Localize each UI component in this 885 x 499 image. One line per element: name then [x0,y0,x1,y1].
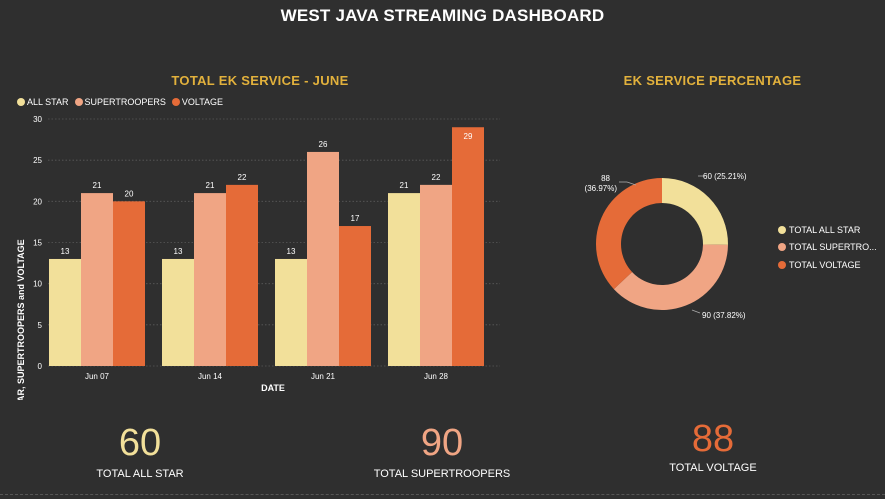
donut-label-supertroopers: 90 (37.82%) [702,311,746,320]
donut-legend-item-voltage[interactable]: TOTAL VOLTAGE [778,256,877,274]
donut-label-voltage: 88 [601,174,610,183]
bar-data-label: 29 [464,132,473,141]
bar-data-label: 26 [319,140,328,149]
legend-dot-voltage [171,98,180,106]
donut-slice-voltage[interactable] [596,178,662,290]
bar-chart-title: TOTAL EK SERVICE - JUNE [171,73,349,88]
kpi-label-supertroopers: TOTAL SUPERTROOPERS [373,468,511,480]
donut-label-all-star: 60 (25.21%) [703,172,747,181]
donut-chart-title: EK SERVICE PERCENTAGE [623,73,802,88]
bar-chart-legend[interactable]: ALL STAR SUPERTROOPERS VOLTAGE [17,97,223,107]
donut-slice-supertroopers[interactable] [613,244,728,310]
donut-legend-item-supertroopers[interactable]: TOTAL SUPERTRO... [778,239,877,257]
y-tick-label: 30 [33,115,42,124]
leader-line-voltage-2 [626,181,637,186]
kpi-value-voltage: 88 [691,418,735,460]
legend-label-all-star: ALL STAR [27,97,69,107]
donut-slice-all-star[interactable] [662,178,728,245]
donut-legend-label-supertroopers: TOTAL SUPERTRO... [789,242,877,253]
donut-legend-dot-all-star [778,225,786,234]
legend-item-all-star[interactable]: ALL STAR [17,97,69,107]
donut-legend-dot-voltage [778,260,786,269]
legend-dot-all-star [17,98,25,106]
dashboard-title: WEST JAVA STREAMING DASHBOARD [280,6,605,25]
footer-divider [0,494,885,495]
kpi-label-all-star: TOTAL ALL STAR [96,468,184,480]
legend-label-voltage: VOLTAGE [181,97,224,107]
kpi-label-voltage: TOTAL VOLTAGE [669,462,757,474]
donut-label-voltage-pct: (36.97%) [585,184,618,193]
legend-dot-supertroopers [74,98,83,106]
legend-item-voltage[interactable]: VOLTAGE [171,97,224,107]
donut-legend-dot-supertroopers [778,243,786,252]
legend-item-supertroopers[interactable]: SUPERTROOPERS [74,97,166,107]
leader-line-supertroopers [691,309,701,314]
donut-legend[interactable]: TOTAL ALL STAR TOTAL SUPERTRO... TOTAL V… [778,221,877,274]
donut-legend-label-all-star: TOTAL ALL STAR [789,224,861,235]
kpi-value-all-star: 60 [118,422,162,464]
kpi-value-supertroopers: 90 [420,422,464,464]
donut-legend-item-all-star[interactable]: TOTAL ALL STAR [778,221,877,239]
donut-legend-label-voltage: TOTAL VOLTAGE [789,259,861,270]
legend-label-supertroopers: SUPERTROOPERS [84,97,166,107]
